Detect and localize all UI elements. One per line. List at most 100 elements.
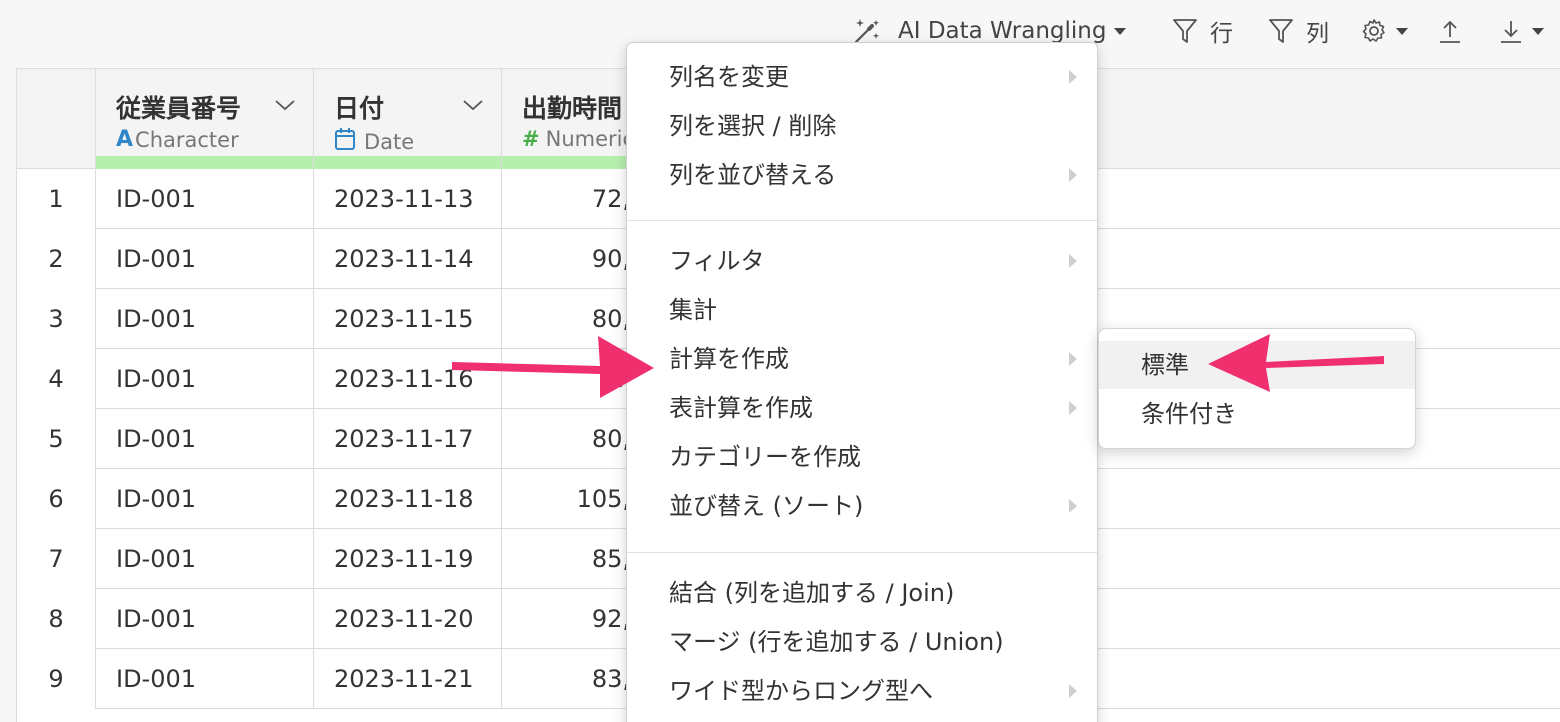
menu-item-label: 並び替え (ソート) [669,492,864,520]
column-type: # Numeric [522,127,634,151]
caret-down-icon [1532,27,1544,35]
caret-down-icon [1114,27,1127,35]
menu-item[interactable]: 結合 (列を追加する / Join) [627,569,1097,617]
row-index[interactable]: 3 [17,289,96,349]
column-name: 出勤時間 [522,94,623,123]
cell-date[interactable]: 2023-11-18 [314,469,502,529]
submenu-arrow-icon [1069,254,1077,268]
menu-item[interactable]: 表計算を作成 [627,384,1097,432]
cell-employee-id[interactable]: ID-001 [96,469,314,529]
menu-item-label: カテゴリーを作成 [669,443,861,471]
menu-item[interactable]: マージ (行を追加する / Union) [627,618,1097,666]
cell-attendance-time[interactable]: 105, [502,469,632,529]
menu-item[interactable]: 計算を作成 [627,335,1097,383]
menu-item-label: 列を選択 / 削除 [669,112,837,140]
cell-employee-id[interactable]: ID-001 [96,409,314,469]
menu-item-label: 列名を変更 [669,63,789,91]
cell-employee-id[interactable]: ID-001 [96,589,314,649]
filter-icon [1268,17,1294,45]
row-index-header [17,69,96,169]
row-index[interactable]: 8 [17,589,96,649]
cell-date[interactable]: 2023-11-20 [314,589,502,649]
menu-item[interactable]: カテゴリーを作成 [627,433,1097,481]
menu-item-label: 表計算を作成 [669,394,813,422]
gear-icon [1360,17,1388,45]
chevron-down-icon[interactable] [461,97,485,117]
row-filter-button[interactable]: 行 [1172,14,1233,48]
submenu-arrow-icon [1069,168,1077,182]
column-type-label: Character [135,127,239,152]
cell-attendance-time[interactable]: 92, [502,589,632,649]
submenu-item[interactable]: 条件付き [1099,390,1415,438]
cell-employee-id[interactable]: ID-001 [96,349,314,409]
cell-attendance-time[interactable]: 83, [502,649,632,709]
column-name: 従業員番号 [116,94,242,123]
ai-data-wrangling-label: AI Data Wrangling [898,18,1107,44]
cell-attendance-time[interactable]: 72, [502,169,632,229]
menu-item-label: 集計 [669,296,717,324]
submenu-item-label: 条件付き [1141,400,1237,428]
column-filter-label: 列 [1306,21,1329,47]
cell-attendance-time[interactable]: 7 [502,349,632,409]
cell-employee-id[interactable]: ID-001 [96,649,314,709]
row-index[interactable]: 6 [17,469,96,529]
menu-item[interactable]: 列を並び替える [627,151,1097,199]
column-header[interactable]: 日付 Date [314,69,502,169]
cell-date[interactable]: 2023-11-21 [314,649,502,709]
menu-item[interactable]: フィルタ [627,237,1097,285]
cell-employee-id[interactable]: ID-001 [96,229,314,289]
menu-item[interactable]: 並び替え (ソート) [627,482,1097,530]
column-context-menu: 列名を変更列を選択 / 削除列を並び替えるフィルタ集計計算を作成表計算を作成カテ… [626,42,1098,722]
submenu-item[interactable]: 標準 [1099,341,1415,389]
cell-attendance-time[interactable]: 90, [502,229,632,289]
create-calculation-submenu: 標準条件付き [1098,328,1416,449]
column-header[interactable]: 従業員番号 A Character [96,69,314,169]
settings-button[interactable] [1360,14,1408,48]
menu-item-label: ワイド型からロング型へ [669,677,933,705]
cell-date[interactable]: 2023-11-15 [314,289,502,349]
column-type-label: Numeric [545,127,635,151]
cell-date[interactable]: 2023-11-14 [314,229,502,289]
column-filter-button[interactable]: 列 [1268,14,1329,48]
menu-item-label: フィルタ [669,247,765,275]
menu-item[interactable]: 列名を変更 [627,53,1097,101]
cell-date[interactable]: 2023-11-17 [314,409,502,469]
menu-item[interactable]: 列を選択 / 削除 [627,102,1097,150]
cell-employee-id[interactable]: ID-001 [96,289,314,349]
column-type: Date [334,127,414,156]
row-index[interactable]: 4 [17,349,96,409]
column-type-label: Date [364,129,415,154]
column-quality-bar [96,156,313,169]
row-index[interactable]: 5 [17,409,96,469]
column-name: 日付 [334,94,385,123]
cell-employee-id[interactable]: ID-001 [96,529,314,589]
submenu-arrow-icon [1069,70,1077,84]
caret-down-icon [1396,27,1408,35]
cell-date[interactable]: 2023-11-13 [314,169,502,229]
cell-attendance-time[interactable]: 80, [502,289,632,349]
row-index[interactable]: 9 [17,649,96,709]
submenu-arrow-icon [1069,499,1077,513]
cell-date[interactable]: 2023-11-19 [314,529,502,589]
chevron-down-icon[interactable] [273,97,297,117]
download-button[interactable] [1498,14,1544,48]
cell-date[interactable]: 2023-11-16 [314,349,502,409]
filter-icon [1172,17,1198,45]
row-index[interactable]: 2 [17,229,96,289]
menu-item-label: マージ (行を追加する / Union) [669,628,1004,656]
upload-button[interactable] [1437,14,1463,48]
row-index[interactable]: 1 [17,169,96,229]
row-filter-label: 行 [1210,21,1233,47]
upload-icon [1437,17,1463,45]
menu-item-label: 結合 (列を追加する / Join) [669,579,955,607]
menu-item[interactable]: 集計 [627,286,1097,334]
hash-icon: # [522,127,540,151]
character-type-icon: A [116,127,134,152]
cell-attendance-time[interactable]: 80, [502,409,632,469]
menu-item[interactable]: ワイド型からロング型へ [627,667,1097,715]
cell-employee-id[interactable]: ID-001 [96,169,314,229]
menu-separator [627,220,1097,221]
row-index[interactable]: 7 [17,529,96,589]
column-quality-bar [314,156,501,169]
cell-attendance-time[interactable]: 85, [502,529,632,589]
